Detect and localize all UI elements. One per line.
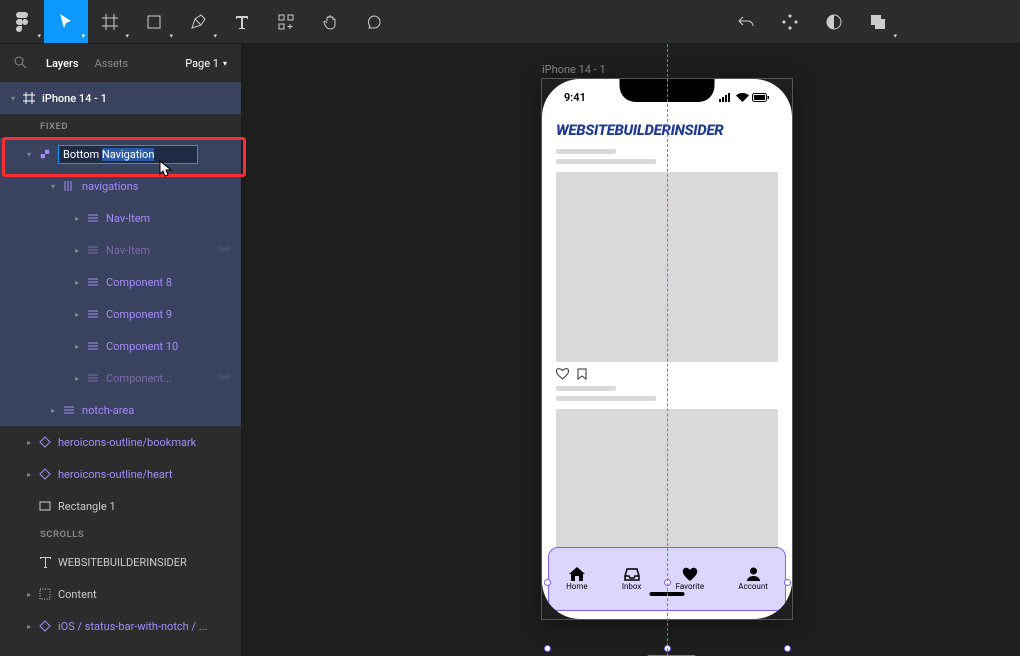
selection-handle[interactable] xyxy=(544,579,551,586)
layer-label: iOS / status-bar-with-notch / ... xyxy=(58,620,207,633)
search-icon[interactable] xyxy=(14,56,28,70)
layer-status-bar[interactable]: ▸ iOS / status-bar-with-notch / ... xyxy=(0,610,241,642)
autolayout-h-icon xyxy=(86,307,100,321)
hidden-icon[interactable] xyxy=(217,373,231,383)
panel-tabs: Layers Assets Page 1▾ xyxy=(0,44,241,82)
mask-button[interactable] xyxy=(812,0,856,43)
layer-label: Component 10 xyxy=(106,340,178,353)
nav-favorite[interactable]: Favorite xyxy=(676,567,704,591)
frame-tool[interactable]: ▾ xyxy=(88,0,132,43)
rename-input[interactable]: Bottom Navigation xyxy=(58,145,198,164)
autolayout-h-icon xyxy=(86,275,100,289)
autolayout-icon xyxy=(62,179,76,193)
layer-notch-area[interactable]: ▸ notch-area xyxy=(0,394,241,426)
layer-rectangle-1[interactable]: Rectangle 1 xyxy=(0,490,241,522)
pen-tool[interactable]: ▾ xyxy=(176,0,220,43)
nav-home[interactable]: Home xyxy=(566,567,588,591)
hidden-icon[interactable] xyxy=(217,245,231,255)
boolean-button[interactable]: ▾ xyxy=(856,0,900,43)
selection-handle[interactable] xyxy=(544,645,551,652)
status-time: 9:41 xyxy=(564,91,586,104)
rename-prefix: Bottom xyxy=(63,148,102,161)
layer-content[interactable]: ▸ Content xyxy=(0,578,241,610)
layer-label: Nav-Item xyxy=(106,244,150,257)
instance-icon xyxy=(38,435,52,449)
guide-vertical[interactable] xyxy=(667,44,668,656)
frame-icon xyxy=(22,91,36,105)
rect-icon xyxy=(38,499,52,513)
autolayout-h-icon xyxy=(86,211,100,225)
layer-label: heroicons-outline/bookmark xyxy=(58,436,196,449)
layer-comp-10[interactable]: ▸ Component 10 xyxy=(0,330,241,362)
layer-label: Component 8 xyxy=(106,276,172,289)
undo-button[interactable] xyxy=(724,0,768,43)
component-button[interactable] xyxy=(768,0,812,43)
status-icons xyxy=(719,93,770,102)
selection-handle[interactable] xyxy=(784,645,791,652)
nav-label: Inbox xyxy=(622,582,642,591)
nav-label: Favorite xyxy=(676,582,704,591)
figma-menu[interactable]: ▾ xyxy=(0,0,44,43)
layer-comp-8[interactable]: ▸ Component 8 xyxy=(0,266,241,298)
page-label: Page 1 xyxy=(185,57,219,70)
layer-navigations[interactable]: ▾ navigations xyxy=(0,170,241,202)
layer-label: notch-area xyxy=(82,404,134,417)
layer-frame-root[interactable]: ▾ iPhone 14 - 1 xyxy=(0,82,241,114)
layer-label: heroicons-outline/heart xyxy=(58,468,173,481)
resources-tool[interactable] xyxy=(264,0,308,43)
canvas[interactable]: iPhone 14 - 1 9:41 WEBSITEBUILDERINSIDER xyxy=(242,44,1020,656)
layer-comp-hidden[interactable]: ▸ Component... xyxy=(0,362,241,394)
layer-heart[interactable]: ▸ heroicons-outline/heart xyxy=(0,458,241,490)
instance-icon xyxy=(38,467,52,481)
top-toolbar: ▾ ▾ ▾ ▾ ▾ ▾ xyxy=(0,0,1020,44)
nav-label: Account xyxy=(738,582,768,591)
layer-label: iPhone 14 - 1 xyxy=(42,92,107,105)
component-icon xyxy=(38,147,52,161)
layer-label: Component... xyxy=(106,372,172,385)
autolayout-h-icon xyxy=(86,371,100,385)
bookmark-icon xyxy=(577,368,587,380)
layer-bottom-nav-editing[interactable]: ▾ Bottom Navigation xyxy=(0,138,241,170)
shape-tool[interactable]: ▾ xyxy=(132,0,176,43)
layer-label: Component 9 xyxy=(106,308,172,321)
layer-bookmark[interactable]: ▸ heroicons-outline/bookmark xyxy=(0,426,241,458)
nav-label: Home xyxy=(566,582,588,591)
instance-icon xyxy=(38,619,52,633)
heart-icon xyxy=(556,368,569,380)
tab-assets[interactable]: Assets xyxy=(95,57,129,70)
layer-brand-text[interactable]: WEBSITEBUILDERINSIDER xyxy=(0,546,241,578)
comment-tool[interactable] xyxy=(352,0,396,43)
layer-label: Content xyxy=(58,588,97,601)
selection-handle[interactable] xyxy=(784,579,791,586)
section-fixed: FIXED xyxy=(0,114,241,138)
page-selector[interactable]: Page 1▾ xyxy=(185,57,227,70)
layer-nav-item-1[interactable]: ▸ Nav-Item xyxy=(0,202,241,234)
layers-tree: ▾ iPhone 14 - 1 FIXED ▾ Bottom Navigatio… xyxy=(0,82,241,656)
autolayout-h-icon xyxy=(86,339,100,353)
left-panel: Layers Assets Page 1▾ ▾ iPhone 14 - 1 FI… xyxy=(0,44,242,656)
layer-label: Rectangle 1 xyxy=(58,500,116,513)
tab-layers[interactable]: Layers xyxy=(46,57,79,70)
group-icon xyxy=(38,587,52,601)
layer-nav-item-2-hidden[interactable]: ▸ Nav-Item xyxy=(0,234,241,266)
canvas-frame-label[interactable]: iPhone 14 - 1 xyxy=(542,63,606,76)
autolayout-h-icon xyxy=(86,243,100,257)
hand-tool[interactable] xyxy=(308,0,352,43)
layer-comp-9[interactable]: ▸ Component 9 xyxy=(0,298,241,330)
nav-inbox[interactable]: Inbox xyxy=(622,568,642,591)
move-tool[interactable]: ▾ xyxy=(44,0,88,43)
section-scrolls: SCROLLS xyxy=(0,522,241,546)
layer-label: WEBSITEBUILDERINSIDER xyxy=(58,556,187,569)
autolayout-h-icon xyxy=(62,403,76,417)
layer-label: navigations xyxy=(82,180,138,193)
text-tool[interactable] xyxy=(220,0,264,43)
rename-selection: Navigation xyxy=(102,148,155,161)
layer-label: Nav-Item xyxy=(106,212,150,225)
text-icon xyxy=(38,555,52,569)
nav-account[interactable]: Account xyxy=(738,567,768,591)
